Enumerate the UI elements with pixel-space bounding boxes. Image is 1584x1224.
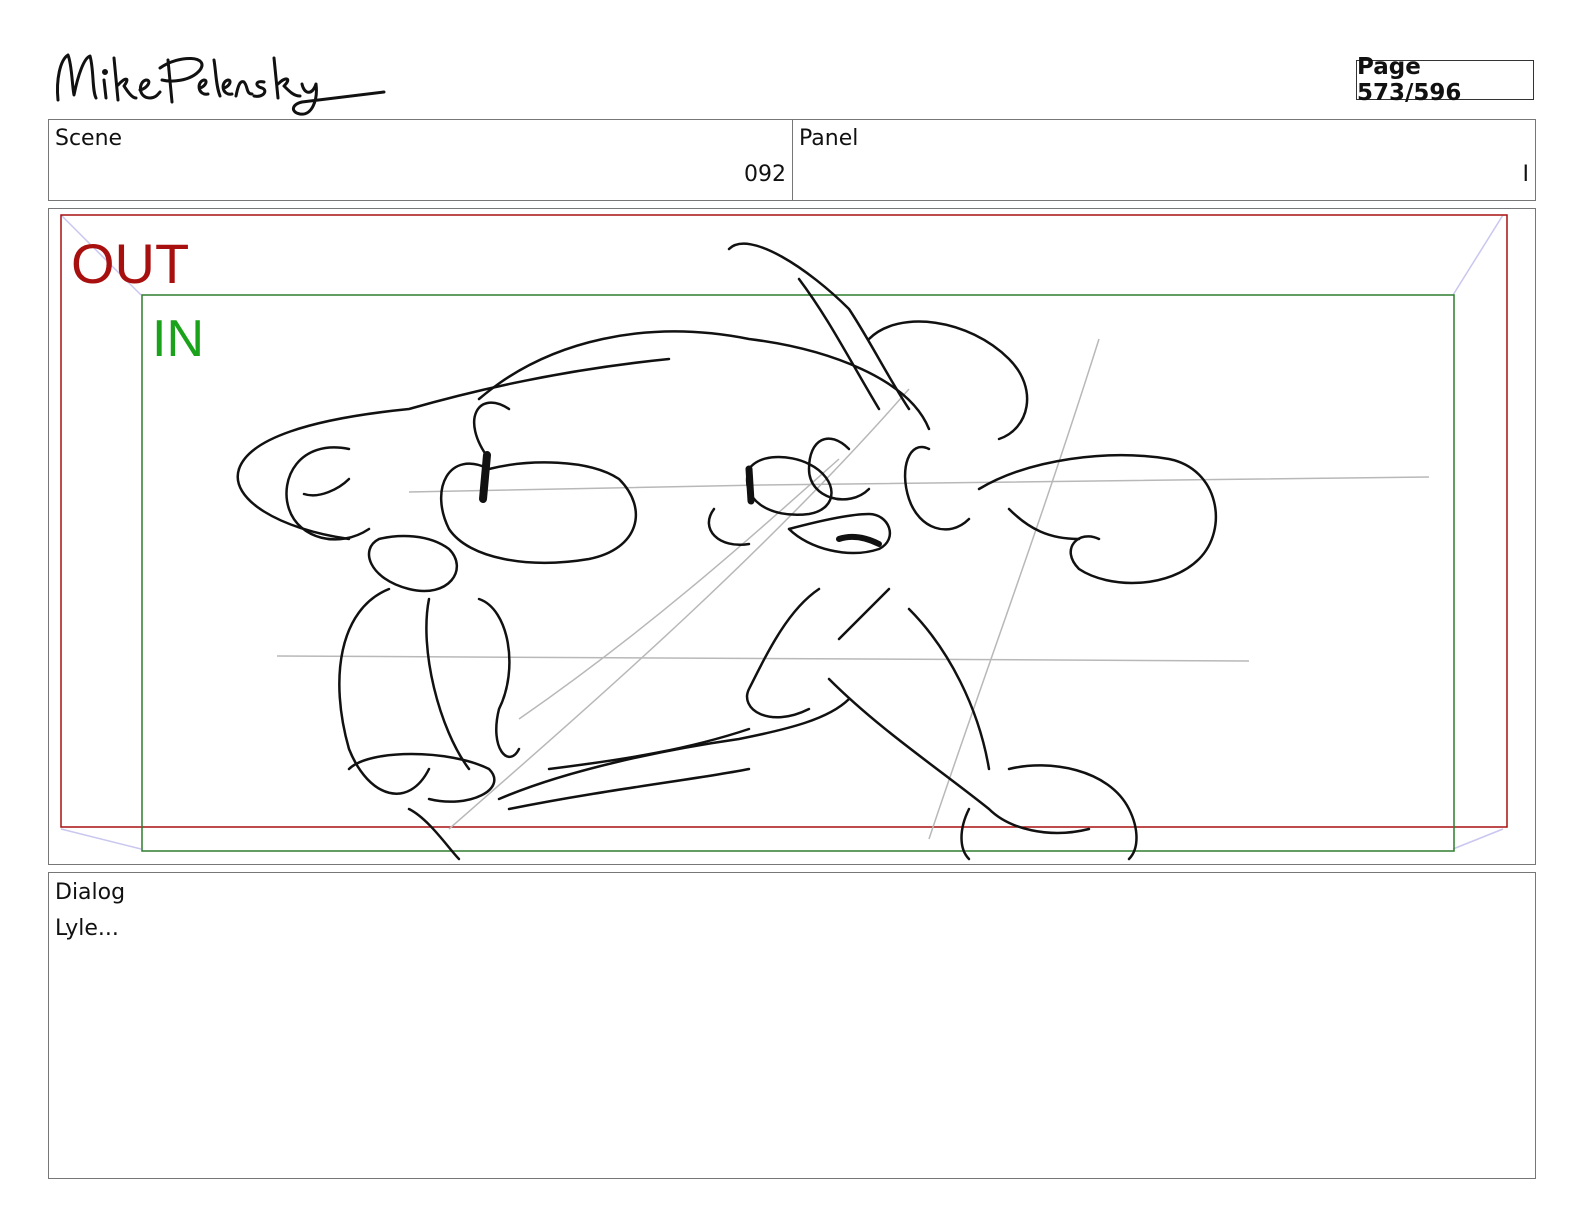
panel-box: Panel I [792, 119, 1536, 201]
scene-box: Scene 092 [48, 119, 793, 201]
panel-label: Panel [799, 126, 859, 151]
artist-signature-logo [56, 53, 386, 116]
dialog-text: Lyle... [55, 916, 119, 941]
dialog-box: Dialog Lyle... [48, 872, 1536, 1179]
storyboard-sketch [60, 214, 1508, 861]
scene-number: 092 [744, 162, 786, 187]
scene-label: Scene [55, 126, 123, 151]
in-safe-frame [141, 294, 1455, 852]
dialog-label: Dialog [55, 880, 126, 905]
out-safe-frame [60, 214, 1508, 828]
in-label: IN [152, 310, 204, 368]
out-label: OUT [71, 232, 190, 295]
panel-number: I [1522, 162, 1530, 187]
storyboard-frame: OUT IN [48, 208, 1536, 865]
page-number: Page 573/596 [1356, 54, 1534, 106]
